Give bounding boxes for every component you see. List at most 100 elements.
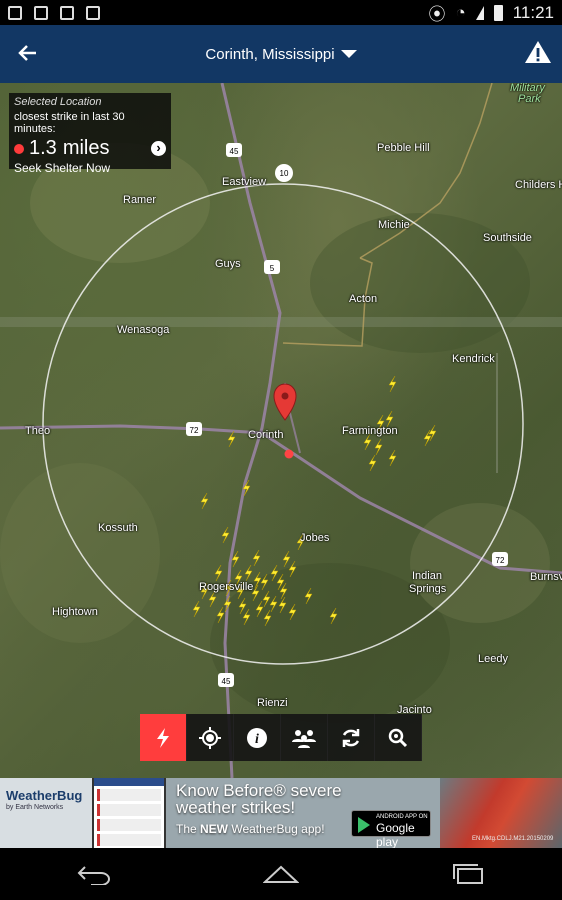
distance-value: 1.3 (29, 137, 57, 159)
zoom-icon (388, 728, 408, 747)
selected-location-dot (284, 449, 294, 459)
locate-icon (199, 726, 221, 749)
lightning-strike-icon (214, 564, 223, 582)
locate-button[interactable] (187, 714, 234, 761)
svg-text:i: i (255, 732, 259, 747)
distance-unit: miles (62, 137, 110, 159)
play-icon (358, 817, 370, 833)
status-bar: ⦿ ◔ 11:21 (0, 0, 562, 25)
place-label: Michie (378, 219, 410, 231)
place-label: Farmington (342, 425, 398, 437)
place-label: Indian (412, 570, 442, 582)
road-shield: 45 (226, 143, 242, 157)
road-shield: 72 (492, 552, 508, 566)
people-icon (292, 729, 316, 748)
location-label: Corinth, Mississippi (205, 45, 335, 63)
back-icon (77, 866, 110, 885)
place-label: Wenasoga (117, 324, 170, 336)
closest-strike-panel[interactable]: Selected Location closest strike in last… (9, 93, 171, 175)
place-label: Rienzi (257, 697, 288, 709)
folder-icon (34, 5, 48, 20)
location-icon: ⦿ (428, 5, 446, 24)
place-label: Pebble Hill (377, 142, 430, 154)
lightning-strike-icon (368, 454, 377, 472)
place-label: Corinth (248, 429, 284, 441)
place-label: Kossuth (98, 522, 138, 534)
nav-home-button[interactable] (261, 859, 301, 889)
lightning-strike-icon (244, 564, 253, 582)
battery-icon (493, 4, 503, 21)
red-dot-icon (14, 143, 24, 154)
signal-icon (475, 5, 484, 20)
map-toolbar: i (140, 714, 422, 761)
place-label: Kendrick (452, 353, 495, 365)
chevron-right-icon[interactable]: › (151, 141, 166, 156)
place-label: Acton (349, 293, 378, 305)
zoom-button[interactable] (375, 714, 422, 761)
wifi-icon: ◔ (455, 2, 466, 22)
place-label: Hightown (52, 606, 98, 618)
briefcase-icon (60, 5, 74, 20)
download-icon (8, 5, 22, 20)
weatherbug-logo: WeatherBug by Earth Networks (0, 778, 92, 848)
lightning-strike-icon (252, 549, 261, 567)
shelter-message: Seek Shelter Now (14, 161, 111, 175)
lightning-tool-button[interactable] (140, 714, 187, 761)
road-shield: 72 (186, 422, 202, 436)
status-time: 11:21 (512, 2, 554, 22)
system-nav-bar (0, 848, 562, 900)
place-label: Leedy (478, 653, 508, 665)
place-label: Springs (409, 583, 447, 595)
location-pin-icon[interactable] (273, 383, 297, 421)
place-label: Childers H (515, 179, 562, 191)
info-icon: i (247, 727, 267, 748)
lightning-strike-icon (192, 600, 201, 618)
lightning-map[interactable]: 45 10 5 72 72 45 Military Park Pebble Hi… (0, 83, 562, 778)
back-button[interactable] (16, 41, 40, 65)
road-shield: 10 (275, 164, 293, 182)
svg-text:72: 72 (496, 556, 505, 565)
arrow-left-icon (18, 45, 36, 61)
place-label: Ramer (123, 194, 157, 206)
barcode-icon (86, 5, 100, 20)
place-label: Eastview (222, 176, 267, 188)
info-button[interactable]: i (234, 714, 281, 761)
nav-back-button[interactable] (74, 859, 114, 889)
place-label: Theo (25, 425, 51, 437)
svg-text:10: 10 (280, 169, 289, 178)
google-play-badge[interactable]: ANDROID APP ON Google play (351, 810, 431, 849)
svg-text:72: 72 (190, 426, 199, 435)
svg-text:45: 45 (230, 147, 239, 156)
svg-text:45: 45 (222, 677, 231, 686)
svg-text:5: 5 (270, 264, 275, 273)
panel-subheading: closest strike in last 30 minutes: (14, 111, 125, 135)
lightning-strike-icon (221, 526, 230, 544)
place-label: Southside (483, 232, 532, 244)
road-shield: 45 (218, 673, 234, 687)
warning-icon (525, 41, 551, 63)
lightning-strike-icon (374, 438, 383, 456)
lightning-strike-icon (388, 449, 397, 467)
place-label: Rogersville (199, 581, 254, 593)
nav-recents-button[interactable] (448, 859, 488, 889)
lightning-icon (157, 727, 169, 748)
lightning-strike-icon (282, 550, 291, 568)
ad-phone-preview (92, 778, 166, 848)
place-label: Burnsv (530, 571, 562, 583)
distance-row: 1.3 miles › (14, 137, 166, 160)
lightning-strike-icon (227, 430, 236, 448)
lightning-strike-icon (388, 375, 397, 393)
location-selector[interactable]: Corinth, Mississippi (205, 45, 357, 63)
spotters-button[interactable] (281, 714, 328, 761)
place-label: Guys (215, 258, 241, 270)
lightning-strike-icon (200, 492, 209, 510)
home-icon (262, 865, 299, 883)
place-label: Jobes (300, 532, 330, 544)
ad-fine-print: EN.Mktg.CDLJ.M21.20150209 (472, 836, 554, 842)
lightning-strike-icon (428, 424, 437, 442)
ad-headline-1: Know Before® severe (176, 781, 342, 800)
refresh-button[interactable] (328, 714, 375, 761)
alert-button[interactable] (524, 39, 552, 65)
panel-heading: Selected Location (14, 96, 102, 108)
app-bar: Corinth, Mississippi (0, 25, 562, 83)
